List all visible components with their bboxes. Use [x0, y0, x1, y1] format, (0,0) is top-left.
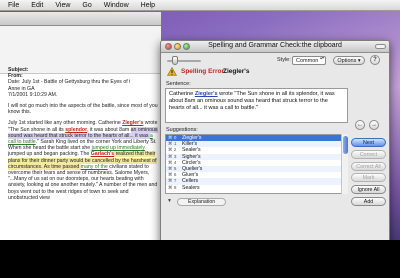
suggestions-label: Suggestions: [166, 127, 198, 133]
text-run: jumped up and began packing. The [8, 151, 91, 158]
sentence-text: Catherine [169, 91, 195, 97]
suggestion-text: Sealers [182, 184, 200, 191]
grammar-phrase-jumped[interactable]: jumped up immediately [92, 145, 145, 151]
sentence-textbox[interactable]: Catherine Ziegler's wrote "The Sun shone… [165, 88, 348, 123]
sentence-label: Sentence: [166, 81, 191, 87]
options-label: Options [337, 58, 357, 64]
paragraph-1: I will not go much into the aspects of t… [8, 103, 158, 116]
menu-file[interactable]: File [2, 0, 25, 11]
text-run: civilians stated to overcome their fears… [8, 163, 158, 201]
timestamp: 7/1/2001 9:10:29 AM. [8, 91, 58, 98]
grammar-phrase-many[interactable]: many of the [81, 164, 108, 170]
menu-edit[interactable]: Edit [25, 0, 49, 11]
menu-go[interactable]: Go [76, 0, 97, 11]
dialog-title: Spelling and Grammar Check:the clipboard [208, 42, 342, 49]
spelling-grammar-dialog: Spelling and Grammar Check:the clipboard… [160, 40, 390, 240]
error-type-label: Spelling Error: [181, 68, 227, 75]
desktop: File Edit View Go Window Help Subject: F… [0, 0, 400, 240]
text-run: July 1st started like any other morning.… [8, 120, 123, 127]
suggestion-item[interactable]: ⌘ 8 Sealers [166, 185, 347, 191]
error-row: Spelling Error: Ziegler's [165, 67, 385, 77]
letterbox-bar [0, 240, 400, 278]
correct-all-button[interactable]: Correct All [351, 161, 386, 171]
explanation-label[interactable]: Explanation [177, 198, 227, 206]
document-titlebar[interactable] [0, 12, 161, 26]
scrollbar-thumb[interactable] [343, 136, 348, 154]
menu-view[interactable]: View [49, 0, 76, 11]
mark-button[interactable]: Mark [351, 173, 386, 183]
dialog-top-row: Style: Common Options ▾ ? [165, 55, 385, 66]
sentence-error-word: Ziegler's [194, 91, 218, 97]
suggestions-list[interactable]: ⌘ 0 Ziegler's ⌘ 1 Killer's ⌘ 2 Sealer's ⌘ 3 Sig… [165, 134, 348, 194]
style-select[interactable]: Common [292, 56, 326, 65]
spelling-error-splendor[interactable]: splendor [65, 127, 87, 133]
ignore-all-button[interactable]: Ignore All [351, 185, 386, 195]
warning-icon [167, 67, 177, 76]
document-text[interactable]: Subject: From: Date: July 1st - Battle o… [8, 67, 158, 201]
suggestions-scrollbar[interactable] [341, 134, 348, 194]
style-select-value: Common [296, 58, 319, 64]
next-arrow-button[interactable]: → [369, 120, 379, 130]
menu-help[interactable]: Help [135, 0, 161, 11]
suggestions-container: ⌘ 0 Ziegler's ⌘ 1 Killer's ⌘ 2 Sealer's ⌘ 3 Sig… [165, 134, 348, 194]
document-header: Subject: From: Date: July 1st - Battle o… [8, 67, 158, 98]
options-button[interactable]: Options ▾ [333, 56, 365, 65]
correct-button[interactable]: Correct [351, 149, 386, 159]
toolbar-toggle-button[interactable] [375, 44, 386, 49]
shortcut-label: ⌘ 8 [168, 184, 177, 190]
document-window: Subject: From: Date: July 1st - Battle o… [0, 12, 162, 240]
error-word: Ziegler's [223, 68, 250, 75]
paragraph-2: July 1st started like any other morning.… [8, 120, 158, 201]
menu-window[interactable]: Window [98, 0, 135, 11]
add-button[interactable]: Add [351, 196, 386, 206]
dialog-titlebar[interactable]: Spelling and Grammar Check:the clipboard [161, 41, 389, 53]
text-run: , it was about 8am [87, 126, 131, 133]
style-label: Style: [277, 57, 291, 63]
action-buttons: Next Correct Correct All Mark Ignore All… [351, 138, 386, 209]
disclosure-triangle-icon[interactable]: ▼ [167, 198, 172, 204]
next-button[interactable]: Next [351, 138, 386, 147]
menu-bar: File Edit View Go Window Help [0, 0, 400, 11]
progress-slider-thumb[interactable] [172, 56, 178, 65]
previous-arrow-button[interactable]: ← [355, 120, 365, 130]
spelling-error-highlight[interactable]: Ziegler's [122, 120, 143, 126]
chevron-down-icon: ▾ [357, 58, 361, 64]
spelling-error-garlach[interactable]: Garlach's [91, 151, 114, 157]
help-button[interactable]: ? [370, 55, 380, 65]
navigation-arrows: ← → [355, 120, 383, 130]
